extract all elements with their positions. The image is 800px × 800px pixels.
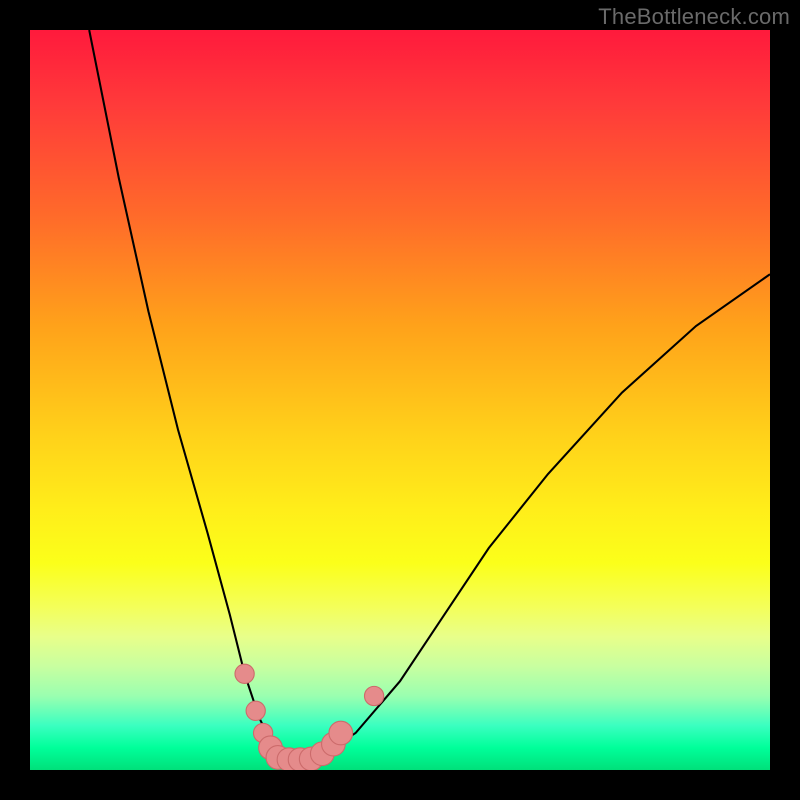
- bottleneck-curve-svg: [30, 30, 770, 770]
- watermark-text: TheBottleneck.com: [598, 4, 790, 30]
- curve-marker: [329, 721, 353, 745]
- chart-plot-area: [30, 30, 770, 770]
- marker-group: [235, 664, 384, 770]
- bottleneck-curve-path: [89, 30, 770, 759]
- curve-marker: [364, 686, 383, 705]
- curve-marker: [246, 701, 265, 720]
- curve-marker: [235, 664, 254, 683]
